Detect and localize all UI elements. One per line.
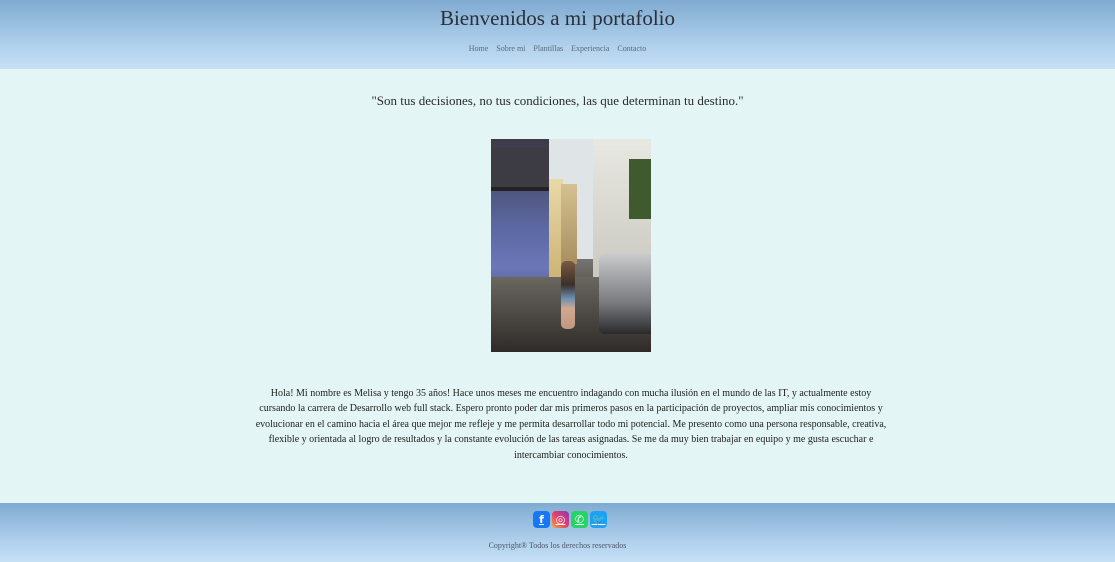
page-title: Bienvenidos a mi portafolio — [439, 6, 676, 30]
photo-plants — [629, 159, 651, 219]
profile-photo — [491, 139, 651, 352]
main-nav: Home Sobre mi Plantillas Experiencia Con… — [0, 44, 1115, 53]
nav-plantillas[interactable]: Plantillas — [533, 44, 563, 53]
copyright-text: Copyright® Todos los derechos reservados — [488, 541, 627, 550]
photo-church-tower — [561, 184, 577, 264]
nav-home[interactable]: Home — [469, 44, 489, 53]
site-header: Bienvenidos a mi portafolio Home Sobre m… — [0, 0, 1115, 69]
twitter-icon[interactable]: 🐦 — [590, 511, 607, 528]
nav-contacto[interactable]: Contacto — [617, 44, 646, 53]
main-content: "Son tus decisiones, no tus condiciones,… — [0, 69, 1115, 503]
photo-car — [599, 254, 651, 334]
photo-person — [561, 261, 575, 329]
whatsapp-icon[interactable]: ✆ — [571, 511, 588, 528]
site-footer: f ◎ ✆ 🐦 Copyright® Todos los derechos re… — [0, 503, 1115, 562]
photo-balcony-rail — [491, 187, 549, 191]
bio-paragraph: Hola! Mi nombre es Melisa y tengo 35 año… — [255, 388, 887, 461]
facebook-icon[interactable]: f — [533, 511, 550, 528]
social-links: f ◎ ✆ 🐦 — [533, 511, 607, 528]
photo-balcony — [491, 147, 549, 187]
nav-sobre-mi[interactable]: Sobre mi — [496, 44, 525, 53]
quote-text: "Son tus decisiones, no tus condiciones,… — [371, 93, 744, 108]
instagram-icon[interactable]: ◎ — [552, 511, 569, 528]
nav-experiencia[interactable]: Experiencia — [571, 44, 609, 53]
